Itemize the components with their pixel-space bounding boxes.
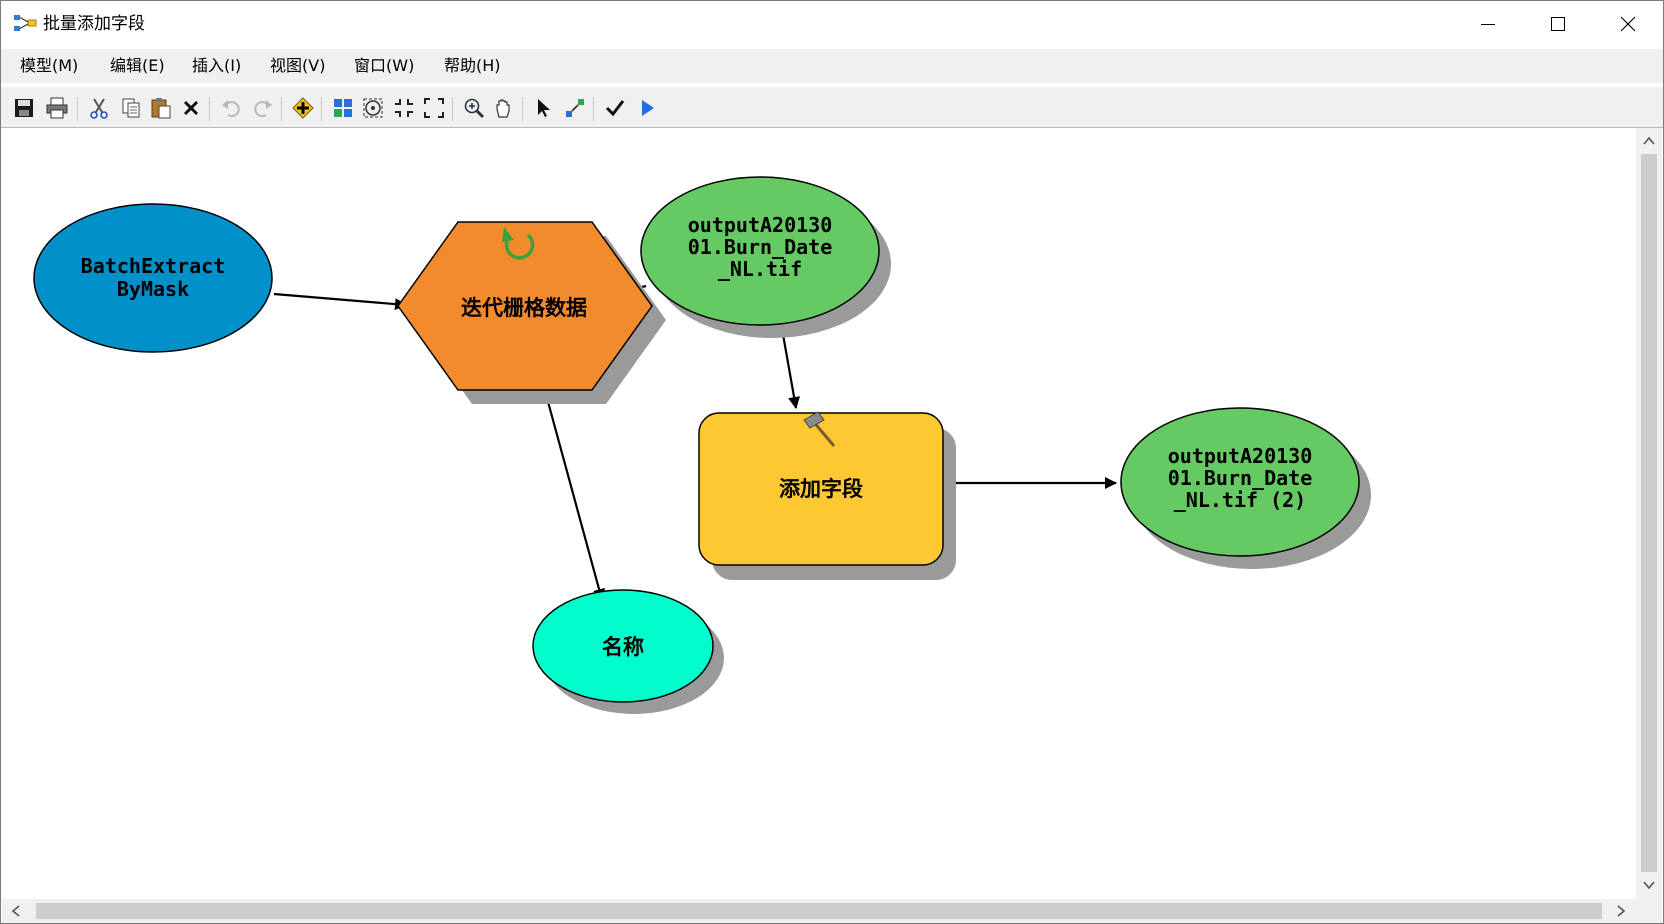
paste-button[interactable] <box>148 95 174 121</box>
menu-bar: 模型(M) 编辑(E) 插入(I) 视图(V) 窗口(W) 帮助(H) <box>1 49 1663 83</box>
run-button[interactable] <box>634 95 660 121</box>
toolbar-separator <box>593 97 594 121</box>
scroll-left-icon[interactable] <box>11 905 21 917</box>
close-button[interactable] <box>1593 1 1663 47</box>
save-icon <box>15 99 33 117</box>
close-icon <box>1620 16 1636 32</box>
node-tool-label: 添加字段 <box>779 477 863 501</box>
minimize-button[interactable] <box>1453 1 1523 47</box>
node-tool-output-line3: _NL.tif (2) <box>1174 488 1306 512</box>
validate-button[interactable] <box>602 95 628 121</box>
menu-model[interactable]: 模型(M) <box>12 54 86 78</box>
zoom-in-button[interactable] <box>461 95 487 121</box>
zoom-to-fit-button[interactable] <box>391 95 417 121</box>
maximize-button[interactable] <box>1523 1 1593 47</box>
toolbar-separator <box>452 97 453 121</box>
toolbar <box>1 87 1663 128</box>
toolbar-separator <box>77 97 78 121</box>
print-icon <box>46 97 68 119</box>
toolbar-separator <box>522 97 523 121</box>
print-button[interactable] <box>44 95 70 121</box>
redo-icon <box>254 100 272 118</box>
actual-size-icon <box>424 98 444 118</box>
add-data-icon <box>292 97 314 119</box>
connector-input-to-iterator[interactable] <box>273 292 407 311</box>
node-input-data[interactable]: BatchExtract ByMask <box>33 203 273 353</box>
undo-icon <box>222 100 240 118</box>
copy-icon <box>122 98 140 118</box>
redo-button[interactable] <box>250 95 276 121</box>
maximize-icon <box>1551 17 1565 31</box>
node-name-variable[interactable]: 名称 <box>532 589 724 714</box>
model-builder-window: 批量添加字段 模型(M) 编辑(E) 插入(I) 视图(V) 窗口(W) 帮助(… <box>0 0 1664 924</box>
menu-view[interactable]: 视图(V) <box>262 54 333 78</box>
save-button[interactable] <box>11 95 37 121</box>
pan-icon <box>496 99 510 118</box>
toolbar-separator <box>321 97 322 121</box>
cut-icon <box>90 98 108 119</box>
toolbar-separator <box>209 97 210 121</box>
undo-button[interactable] <box>218 95 244 121</box>
connect-button[interactable] <box>562 95 588 121</box>
horizontal-scrollbar[interactable] <box>2 899 1636 923</box>
node-name-label: 名称 <box>602 635 644 659</box>
node-iter-output-line3: _NL.tif <box>718 257 802 281</box>
title-bar[interactable]: 批量添加字段 <box>1 1 1663 47</box>
auto-layout-button[interactable] <box>330 95 356 121</box>
menu-insert[interactable]: 插入(I) <box>184 54 249 78</box>
menu-edit[interactable]: 编辑(E) <box>102 54 173 78</box>
minimize-icon <box>1481 24 1495 25</box>
node-iter-output-line1: outputA20130 <box>688 213 833 237</box>
node-input-data-line2: ByMask <box>117 277 189 301</box>
zoom-to-fit-icon <box>395 99 413 117</box>
vertical-scroll-thumb[interactable] <box>1641 154 1657 872</box>
cut-button[interactable] <box>86 95 112 121</box>
scrollbar-corner <box>1636 899 1662 923</box>
toolbar-separator <box>281 97 282 121</box>
scroll-right-icon[interactable] <box>1616 905 1626 917</box>
vertical-scrollbar[interactable] <box>1636 128 1662 899</box>
window-title: 批量添加字段 <box>43 14 145 34</box>
node-iter-output-line2: 01.Burn_Date <box>688 235 833 259</box>
node-tool-output-line1: outputA20130 <box>1168 444 1313 468</box>
node-iterator-label: 迭代栅格数据 <box>461 296 587 320</box>
actual-size-button[interactable] <box>421 95 447 121</box>
menu-help[interactable]: 帮助(H) <box>436 54 509 78</box>
zoom-in-icon <box>464 98 485 119</box>
node-tool-output[interactable]: outputA20130 01.Burn_Date _NL.tif (2) <box>1120 407 1371 569</box>
delete-button[interactable] <box>178 95 204 121</box>
add-data-button[interactable] <box>290 95 316 121</box>
validate-icon <box>605 100 625 117</box>
node-iterator[interactable]: 迭代栅格数据 <box>397 221 666 404</box>
auto-layout-icon <box>334 99 352 117</box>
scroll-down-icon[interactable] <box>1643 880 1655 890</box>
horizontal-scroll-thumb[interactable] <box>36 903 1602 919</box>
node-tool-output-line2: 01.Burn_Date <box>1168 466 1313 490</box>
scroll-up-icon[interactable] <box>1643 136 1655 146</box>
full-extent-button[interactable] <box>360 95 386 121</box>
full-extent-icon <box>363 98 383 118</box>
model-canvas[interactable]: BatchExtract ByMask 迭代栅格数据 outputA20130 … <box>2 128 1635 899</box>
node-input-data-line1: BatchExtract <box>81 254 226 278</box>
select-button[interactable] <box>531 95 557 121</box>
pan-button[interactable] <box>491 95 517 121</box>
delete-icon <box>183 100 199 116</box>
menu-window[interactable]: 窗口(W) <box>346 54 422 78</box>
paste-icon <box>151 98 171 119</box>
node-iter-output[interactable]: outputA20130 01.Burn_Date _NL.tif <box>640 176 891 338</box>
node-tool[interactable]: 添加字段 <box>698 411 956 580</box>
connector-iterator-to-name[interactable] <box>545 397 605 601</box>
select-icon <box>538 99 550 117</box>
copy-button[interactable] <box>118 95 144 121</box>
run-icon <box>642 100 654 116</box>
model-diagram: BatchExtract ByMask 迭代栅格数据 outputA20130 … <box>33 176 1371 714</box>
connect-icon <box>566 99 584 117</box>
model-icon <box>14 15 37 31</box>
